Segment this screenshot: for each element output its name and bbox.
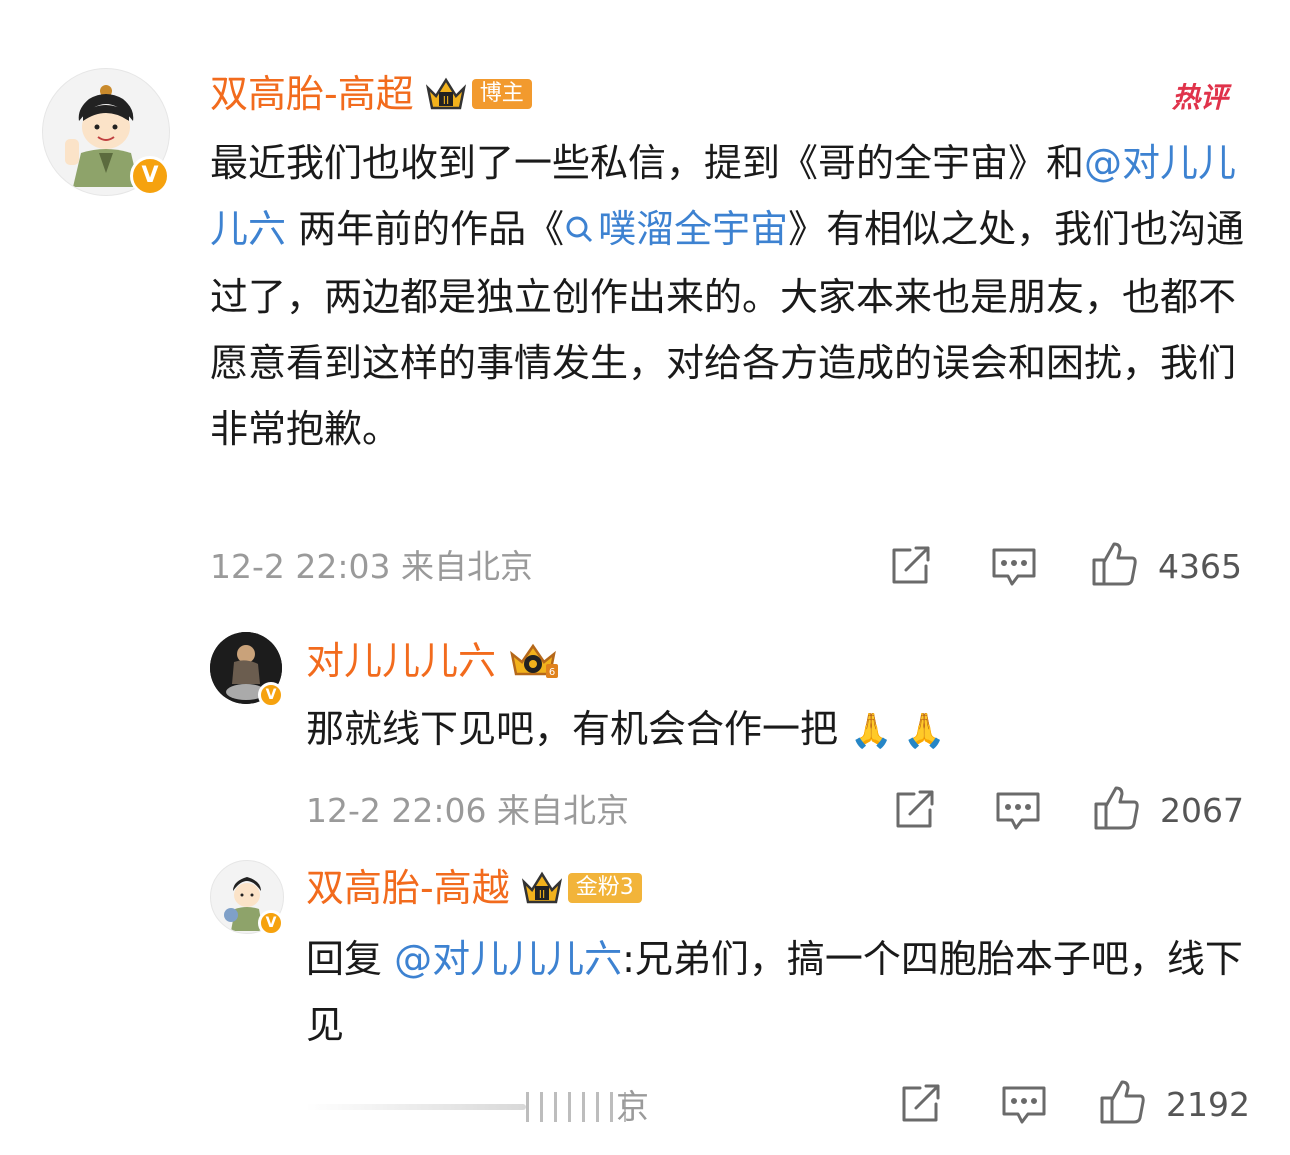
comment-icon[interactable]: [1000, 1084, 1048, 1130]
username[interactable]: 双高胎-高越: [306, 869, 510, 907]
thumbs-up-icon[interactable]: [1092, 784, 1142, 836]
comment-time: 12-2 22:06 来自北京: [306, 791, 629, 830]
username[interactable]: 对儿儿儿六: [306, 642, 496, 680]
like-count: 4365: [1158, 547, 1242, 586]
hot-comment-label: 热评: [1172, 81, 1229, 114]
thumbs-up-icon[interactable]: [1098, 1078, 1148, 1130]
like-count: 2192: [1166, 1085, 1250, 1124]
share-icon[interactable]: [892, 788, 938, 836]
comment-text: 回复 @对儿儿儿六:兄弟们，搞一个四胞胎本子吧，线下见: [306, 926, 1250, 1058]
username[interactable]: 双高胎-高超: [210, 75, 414, 113]
comment-text-part: 最近我们也收到了一些私信，提到《哥的全宇宙》和: [210, 141, 1085, 185]
verified-v-icon: V: [258, 682, 284, 708]
share-icon[interactable]: [888, 544, 934, 592]
mention-link[interactable]: @对儿儿儿六: [394, 937, 622, 981]
comment-header: 双高胎-高越 II 金粉3: [306, 868, 642, 908]
verified-v-icon: V: [258, 910, 284, 936]
svg-text:6: 6: [549, 667, 555, 678]
thumbs-up-icon[interactable]: [1090, 540, 1140, 592]
search-link-text: 噗溜全宇宙: [598, 207, 789, 251]
comment-time-partial: 京: [616, 1087, 649, 1126]
crown-icon: II: [424, 74, 468, 114]
share-icon[interactable]: [898, 1082, 944, 1130]
comment-text: 那就线下见吧，有机会合作一把 🙏 🙏: [306, 696, 946, 764]
search-link[interactable]: 噗溜全宇宙: [564, 207, 788, 251]
comment-text-part: 两年前的作品《: [286, 207, 565, 251]
pray-emoji-icon: 🙏 🙏: [850, 711, 946, 751]
comment-header: 双高胎-高超 II 博主: [210, 74, 532, 114]
svg-text:II: II: [538, 888, 545, 901]
like-count: 2067: [1160, 791, 1244, 830]
blogger-badge: 博主: [471, 79, 532, 109]
comment-text-part: 那就线下见吧，有机会合作一把: [306, 707, 839, 751]
comment-icon[interactable]: [990, 546, 1038, 592]
comment-time: 12-2 22:03 来自北京: [210, 547, 533, 586]
reply-prefix: 回复: [306, 937, 395, 981]
comment-text: 最近我们也收到了一些私信，提到《哥的全宇宙》和@对儿儿儿六 两年前的作品《 噗溜全…: [210, 130, 1250, 462]
crown-icon: II: [520, 868, 564, 908]
obscured-time: 京: [306, 1088, 649, 1124]
verified-v-icon: V: [130, 156, 170, 196]
search-icon: [564, 198, 594, 264]
fan-level-badge: 金粉3: [567, 873, 642, 903]
svg-text:II: II: [442, 94, 449, 107]
crown-icon: 6: [506, 640, 560, 682]
comment-icon[interactable]: [994, 790, 1042, 836]
comment-header: 对儿儿儿六 6: [306, 640, 560, 682]
